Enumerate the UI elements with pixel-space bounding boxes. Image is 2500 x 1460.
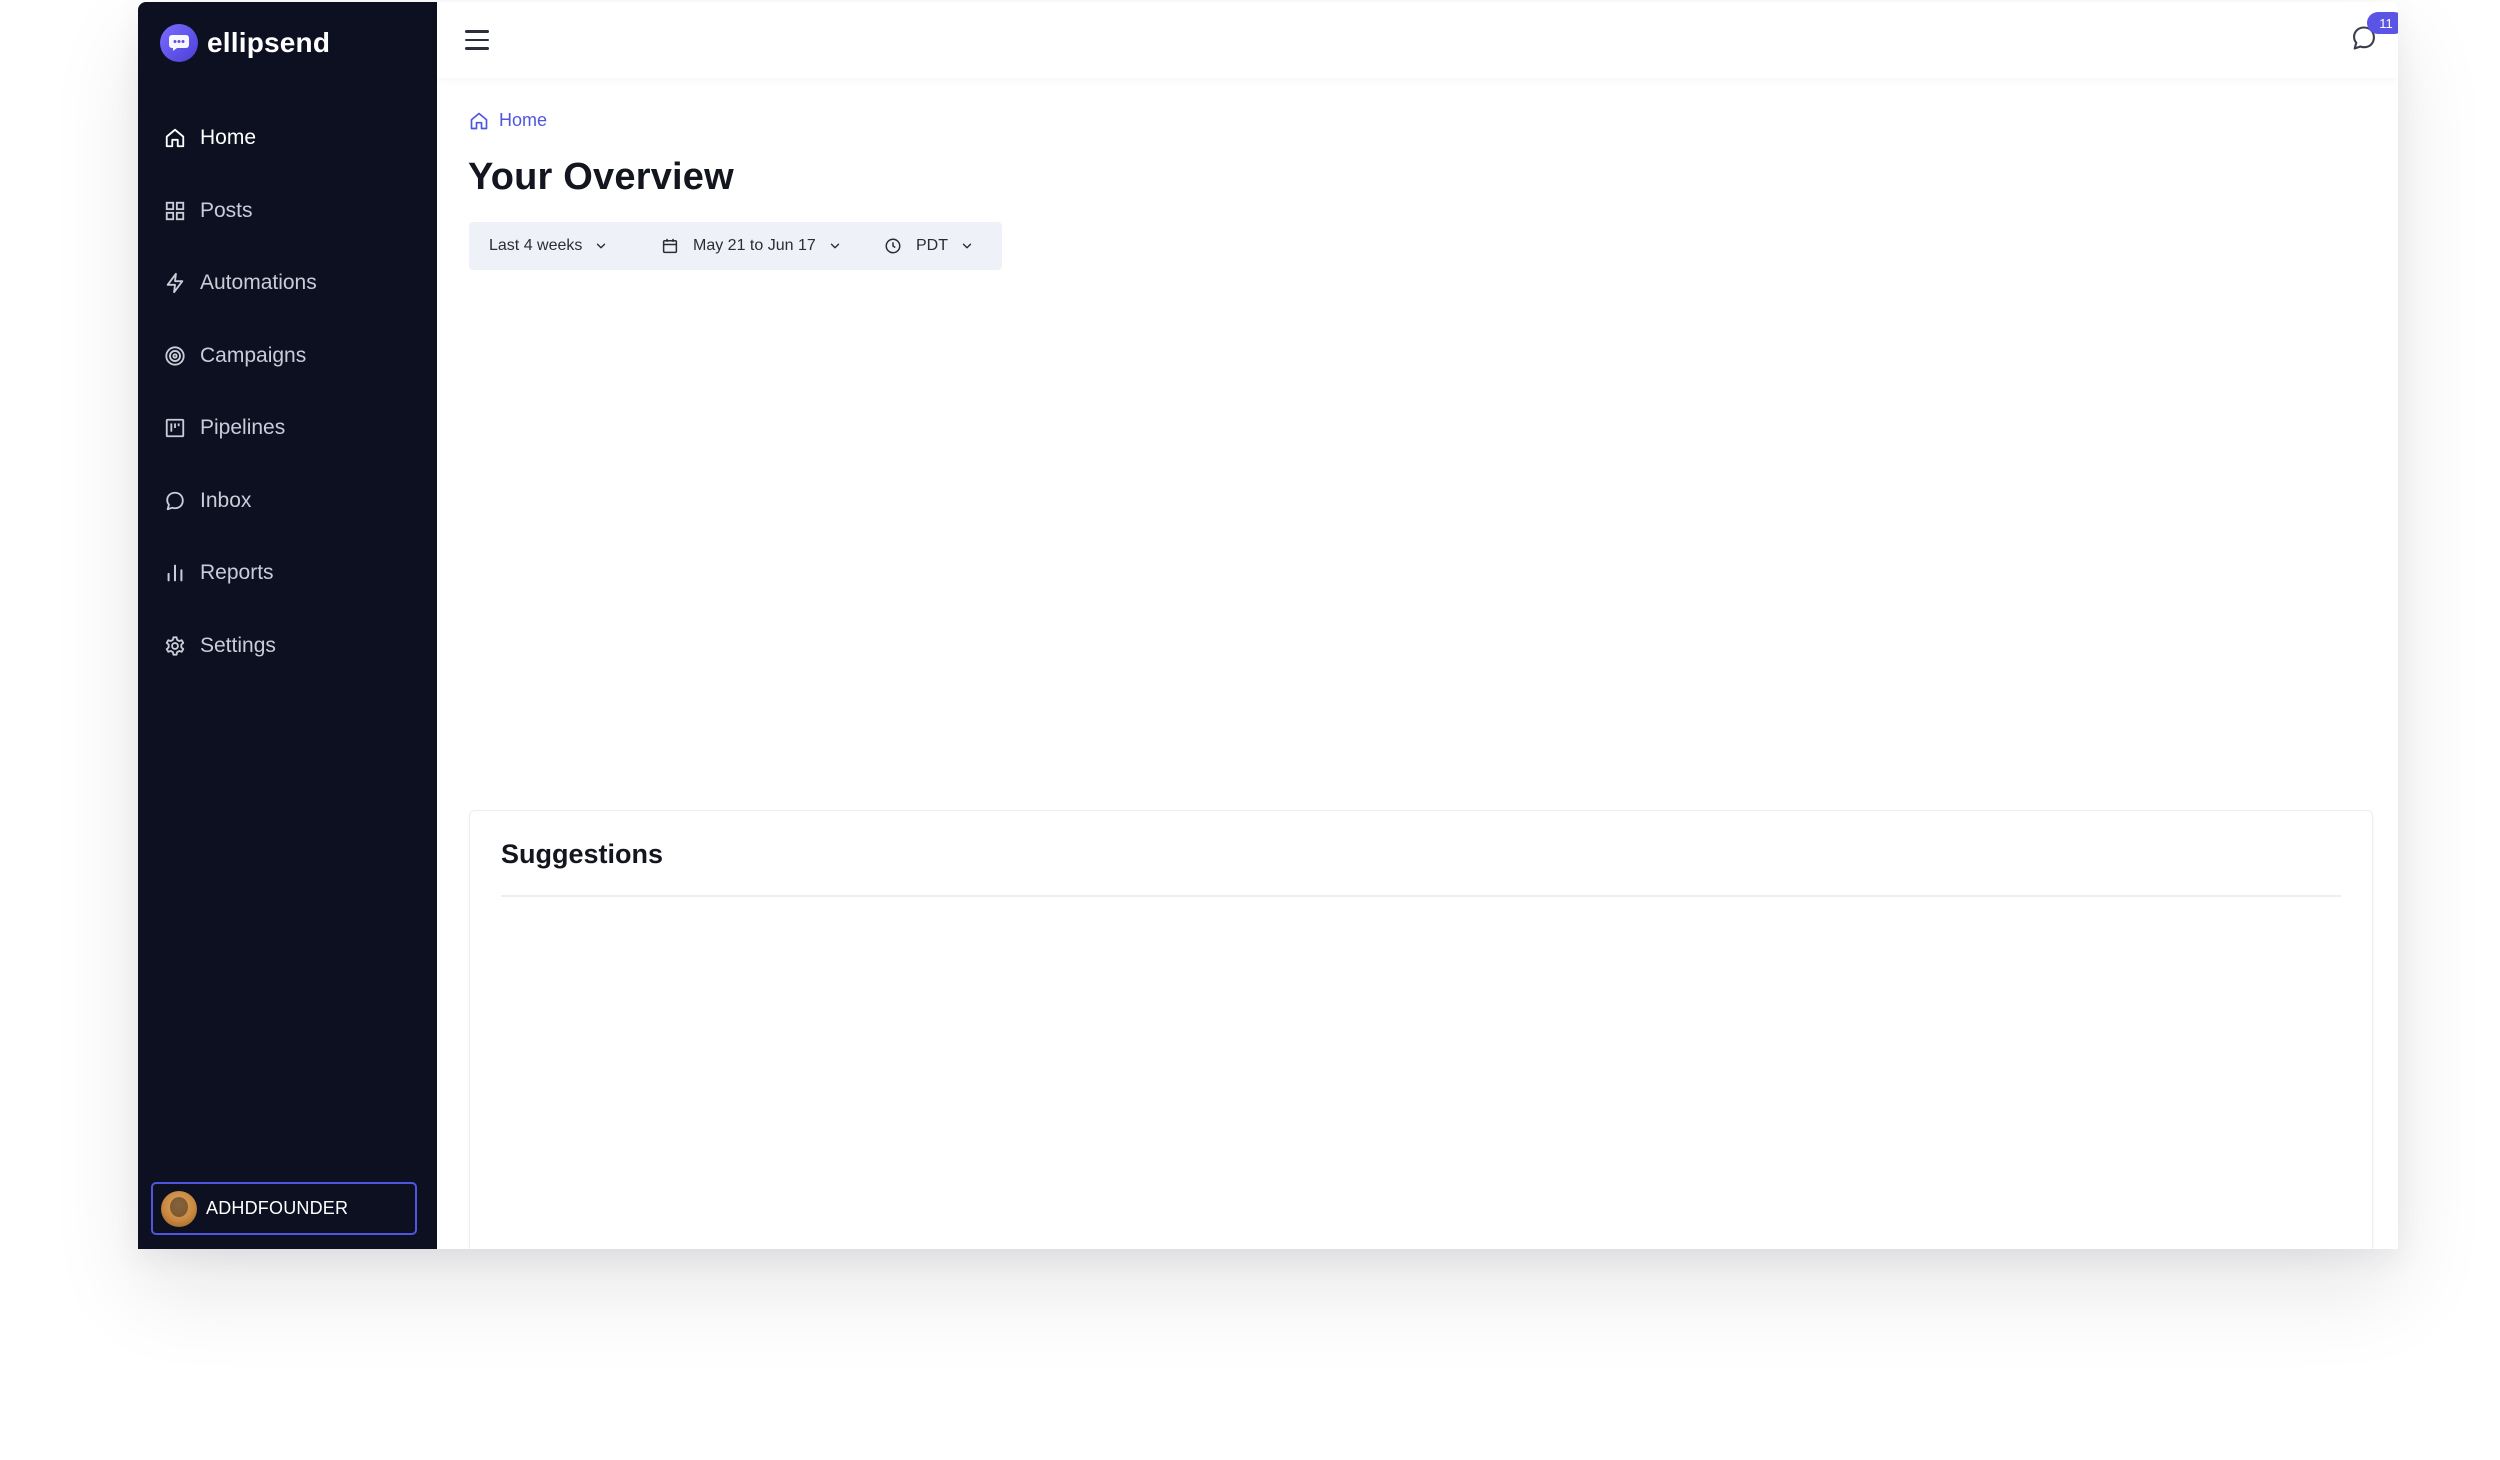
sidebar-item-label: Settings [200, 633, 276, 657]
range-dropdown[interactable]: Last 4 weeks [469, 222, 636, 270]
sidebar-item-label: Posts [200, 198, 253, 222]
chat-bubble-icon [163, 489, 187, 513]
user-name: ADHDFOUNDER [206, 1198, 349, 1218]
kanban-icon [163, 416, 187, 440]
notification-badge: 11 [2367, 12, 2398, 34]
sidebar-item-label: Automations [200, 271, 317, 295]
page-title: Your Overview [468, 156, 734, 198]
sidebar-item-label: Reports [200, 561, 274, 585]
target-icon [163, 344, 187, 368]
avatar [161, 1190, 197, 1227]
hamburger-menu-button[interactable] [465, 30, 489, 50]
date-range-label: May 21 to Jun 17 [693, 237, 816, 254]
sidebar-item-pipelines[interactable]: Pipelines [138, 392, 437, 465]
bar-chart-icon [163, 561, 187, 585]
sidebar-item-inbox[interactable]: Inbox [138, 465, 437, 538]
divider [501, 895, 2341, 897]
grid-icon [163, 199, 187, 223]
sidebar-item-label: Campaigns [200, 343, 307, 367]
logo[interactable]: ellipsend [160, 22, 330, 64]
app-window: ellipsend Home Posts Automations Campaig… [138, 2, 2398, 1249]
chevron-down-icon [960, 239, 974, 253]
clock-icon [884, 237, 902, 255]
sidebar-item-automations[interactable]: Automations [138, 247, 437, 320]
brand-name: ellipsend [207, 27, 331, 58]
breadcrumb: Home [469, 110, 547, 131]
sidebar-nav: Home Posts Automations Campaigns Pipelin… [138, 102, 437, 682]
chevron-down-icon [594, 239, 608, 253]
date-range-dropdown[interactable]: May 21 to Jun 17 [636, 222, 860, 270]
sidebar-item-settings[interactable]: Settings [138, 610, 437, 683]
timezone-dropdown[interactable]: PDT [860, 222, 974, 270]
calendar-icon [661, 237, 679, 255]
home-icon [163, 126, 187, 150]
suggestions-card: Suggestions [469, 810, 2373, 1249]
suggestions-title: Suggestions [501, 839, 664, 869]
sidebar-item-label: Inbox [200, 488, 252, 512]
lightning-icon [163, 271, 187, 295]
home-icon [469, 111, 489, 131]
sidebar-item-label: Pipelines [200, 416, 286, 440]
timezone-label: PDT [916, 237, 948, 254]
sidebar-item-posts[interactable]: Posts [138, 175, 437, 248]
topbar: 11 PD [437, 2, 2398, 78]
gear-icon [163, 634, 187, 658]
hamburger-icon [465, 30, 489, 33]
sidebar-item-label: Home [200, 126, 257, 150]
breadcrumb-home-link[interactable]: Home [499, 110, 547, 131]
filter-bar: Last 4 weeks May 21 to Jun 17 PDT [469, 222, 1002, 270]
chevron-down-icon [828, 239, 842, 253]
logo-icon [160, 24, 198, 62]
sidebar: ellipsend Home Posts Automations Campaig… [138, 2, 437, 1249]
range-label: Last 4 weeks [489, 237, 583, 254]
sidebar-item-reports[interactable]: Reports [138, 537, 437, 610]
user-account-button[interactable]: ADHDFOUNDER [151, 1182, 417, 1235]
sidebar-item-home[interactable]: Home [138, 102, 437, 175]
sidebar-item-campaigns[interactable]: Campaigns [138, 320, 437, 393]
